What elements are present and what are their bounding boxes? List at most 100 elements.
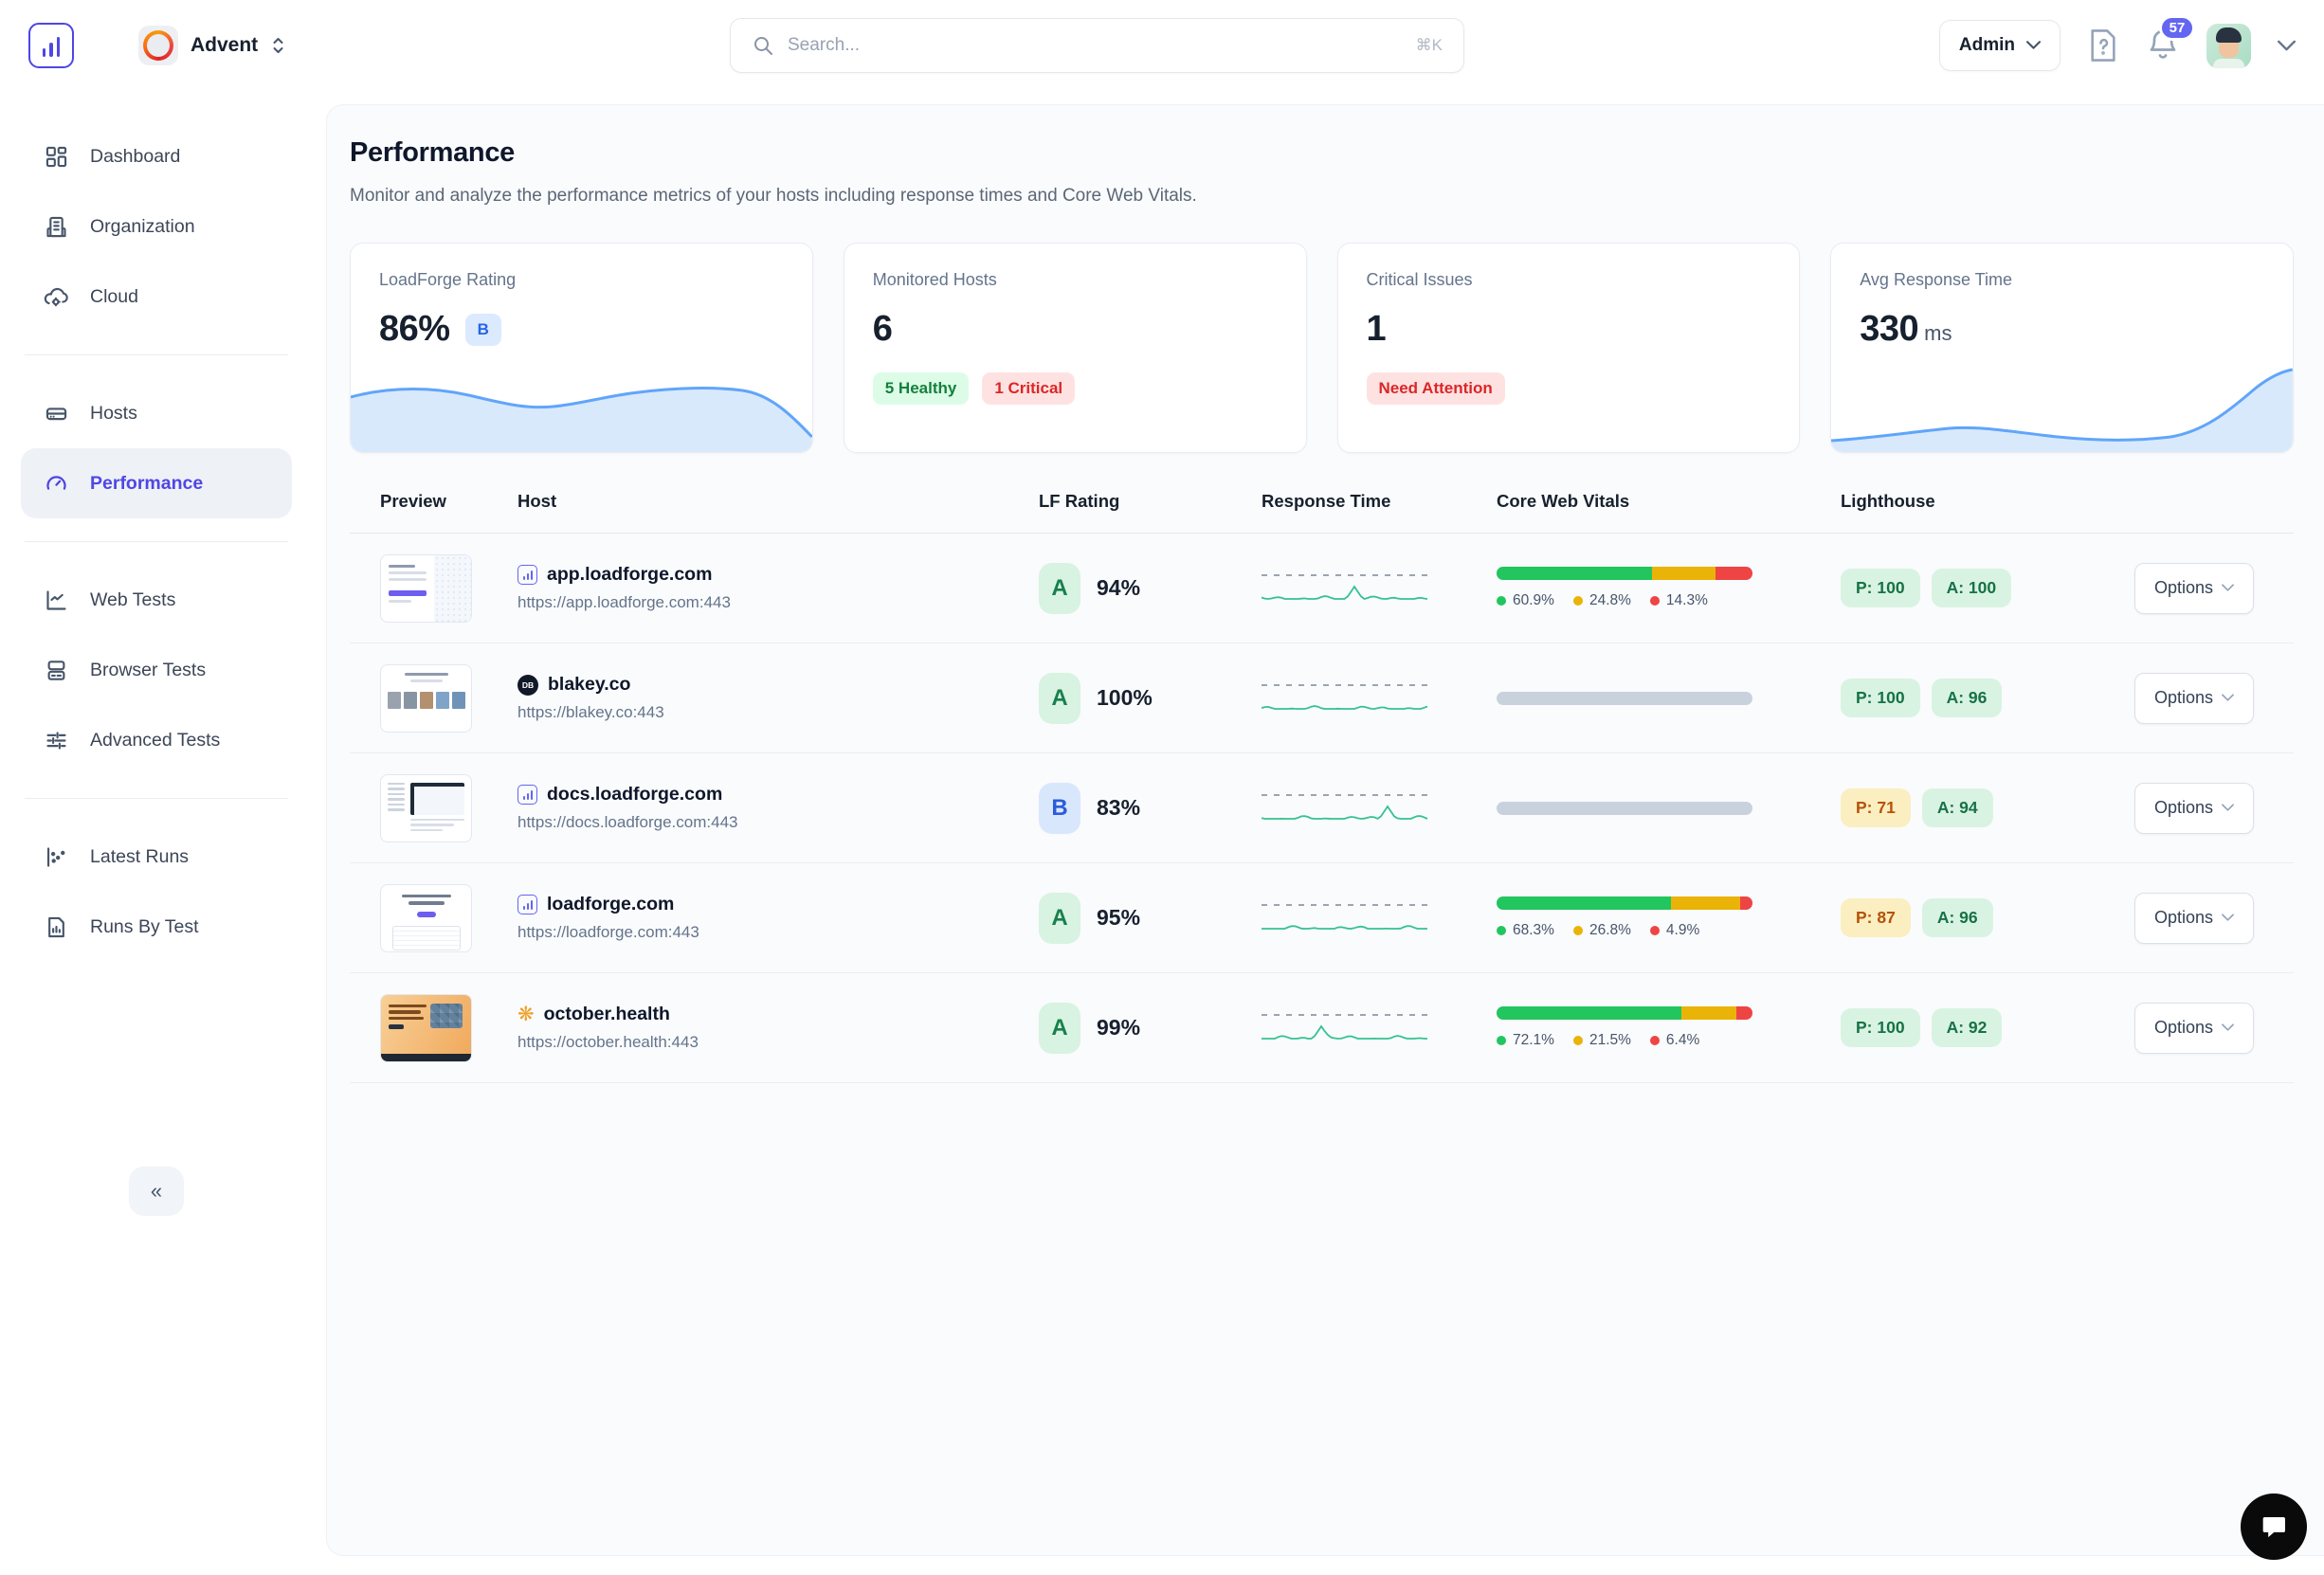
chevron-down-icon <box>2222 914 2234 922</box>
column-header-host: Host <box>517 491 1039 512</box>
lighthouse-accessibility-badge: A: 94 <box>1922 788 1993 827</box>
response-time-sparkline <box>1262 677 1428 720</box>
cwv-stacked-bar <box>1497 567 1752 580</box>
sidebar-item-label: Performance <box>90 473 203 495</box>
options-button[interactable]: Options <box>2134 893 2254 944</box>
response-time-sparkline <box>1262 896 1428 940</box>
host-cell[interactable]: loadforge.comhttps://loadforge.com:443 <box>517 894 1039 942</box>
sidebar-item-performance[interactable]: Performance <box>21 448 292 518</box>
building-icon <box>44 214 69 240</box>
stat-card-label: Avg Response Time <box>1860 270 2264 290</box>
search-input[interactable]: ⌘K <box>730 18 1464 73</box>
notifications-button[interactable]: 57 <box>2146 27 2180 64</box>
cwv-needs-improvement-value: 26.8% <box>1573 922 1631 939</box>
lf-rating-cell: A100% <box>1039 673 1262 724</box>
admin-label: Admin <box>1959 35 2015 56</box>
user-avatar[interactable] <box>2206 24 2251 68</box>
options-label: Options <box>2154 578 2213 598</box>
green-dot-icon <box>1497 1036 1506 1045</box>
green-dot-icon <box>1497 926 1506 935</box>
sidebar-item-label: Runs By Test <box>90 916 199 938</box>
cwv-poor-value: 4.9% <box>1650 922 1699 939</box>
stat-card-label: Critical Issues <box>1367 270 1771 290</box>
help-button[interactable] <box>2087 27 2119 64</box>
cwv-stacked-bar <box>1497 896 1752 910</box>
site-preview-thumbnail[interactable] <box>380 884 472 952</box>
grid-icon <box>44 144 69 170</box>
host-url: https://docs.loadforge.com:443 <box>517 813 1039 832</box>
cwv-poor-value: 6.4% <box>1650 1032 1699 1049</box>
options-button[interactable]: Options <box>2134 1003 2254 1054</box>
chat-button[interactable] <box>2241 1494 2307 1560</box>
rating-percent: 94% <box>1097 575 1140 601</box>
browser-icon <box>44 658 69 683</box>
host-cell[interactable]: ❋october.healthhttps://october.health:44… <box>517 1004 1039 1052</box>
sidebar-item-web-tests[interactable]: Web Tests <box>21 565 292 635</box>
chevron-down-icon <box>2222 1023 2234 1032</box>
admin-menu-button[interactable]: Admin <box>1939 20 2061 71</box>
sidebar-collapse-button[interactable]: « <box>129 1167 184 1216</box>
search-field[interactable] <box>788 35 1403 56</box>
options-label: Options <box>2154 798 2213 818</box>
host-cell[interactable]: docs.loadforge.comhttps://docs.loadforge… <box>517 784 1039 832</box>
chart-favicon <box>517 785 537 805</box>
sidebar-item-label: Advanced Tests <box>90 730 220 751</box>
green-dot-icon <box>1497 596 1506 606</box>
sidebar-item-runs-by-test[interactable]: Runs By Test <box>21 892 292 962</box>
lighthouse-accessibility-badge: A: 96 <box>1922 898 1993 937</box>
notification-count-badge: 57 <box>2159 15 2195 41</box>
stat-card-monitored-hosts: Monitored Hosts65 Healthy1 Critical <box>844 243 1307 453</box>
chevron-down-icon <box>2222 804 2234 812</box>
sidebar-item-browser-tests[interactable]: Browser Tests <box>21 635 292 705</box>
rating-percent: 83% <box>1097 795 1140 821</box>
app-logo-icon[interactable] <box>28 23 74 68</box>
host-name: blakey.co <box>548 674 630 696</box>
rating-percent: 95% <box>1097 905 1140 931</box>
site-preview-thumbnail[interactable] <box>380 774 472 842</box>
page-subtitle: Monitor and analyze the performance metr… <box>350 186 2294 207</box>
options-button[interactable]: Options <box>2134 563 2254 614</box>
site-preview-thumbnail[interactable] <box>380 554 472 623</box>
line-chart-icon <box>44 588 69 613</box>
response-time-sparkline <box>1262 1006 1428 1050</box>
options-button[interactable]: Options <box>2134 673 2254 724</box>
sidebar-item-organization[interactable]: Organization <box>21 191 292 262</box>
grade-badge: A <box>1039 673 1080 724</box>
lighthouse-cell: P: 71A: 94 <box>1841 788 2127 827</box>
host-cell[interactable]: DBblakey.cohttps://blakey.co:443 <box>517 674 1039 722</box>
cloud-gear-icon <box>44 284 69 310</box>
sliders-icon <box>44 728 69 753</box>
host-name: october.health <box>544 1004 670 1025</box>
sidebar-divider <box>25 354 288 355</box>
column-header-lf-rating: LF Rating <box>1039 491 1262 512</box>
sidebar-item-dashboard[interactable]: Dashboard <box>21 121 292 191</box>
lighthouse-accessibility-badge: A: 100 <box>1932 569 2012 607</box>
column-header-preview: Preview <box>350 491 517 512</box>
user-menu-chevron-icon[interactable] <box>2278 40 2296 51</box>
host-name: loadforge.com <box>547 894 674 915</box>
workspace-name: Advent <box>191 34 258 57</box>
host-row-docs.loadforge.com: docs.loadforge.comhttps://docs.loadforge… <box>350 753 2294 863</box>
workspace-selector[interactable]: Advent <box>138 26 286 65</box>
grade-badge: B <box>1039 783 1080 834</box>
site-preview-thumbnail[interactable] <box>380 664 472 733</box>
site-preview-thumbnail[interactable] <box>380 994 472 1062</box>
core-web-vitals: 72.1%21.5%6.4% <box>1497 1006 1752 1049</box>
stat-card-avg-response-time: Avg Response Time330ms <box>1830 243 2294 453</box>
lf-rating-cell: A95% <box>1039 893 1262 944</box>
sidebar-item-cloud[interactable]: Cloud <box>21 262 292 332</box>
cwv-empty-bar <box>1497 802 1752 815</box>
sidebar-item-advanced-tests[interactable]: Advanced Tests <box>21 705 292 775</box>
cwv-needs-improvement-value: 21.5% <box>1573 1032 1631 1049</box>
hosts-table: PreviewHostLF RatingResponse TimeCore We… <box>350 491 2294 1083</box>
sidebar-item-hosts[interactable]: Hosts <box>21 378 292 448</box>
cwv-stacked-bar <box>1497 1006 1752 1020</box>
column-header-lighthouse: Lighthouse <box>1841 491 2127 512</box>
lighthouse-cell: P: 100A: 92 <box>1841 1008 2127 1047</box>
lighthouse-performance-badge: P: 100 <box>1841 1008 1920 1047</box>
card-area-chart <box>1831 365 2293 452</box>
sidebar-item-latest-runs[interactable]: Latest Runs <box>21 822 292 892</box>
host-cell[interactable]: app.loadforge.comhttps://app.loadforge.c… <box>517 564 1039 612</box>
options-button[interactable]: Options <box>2134 783 2254 834</box>
amber-dot-icon <box>1573 596 1583 606</box>
